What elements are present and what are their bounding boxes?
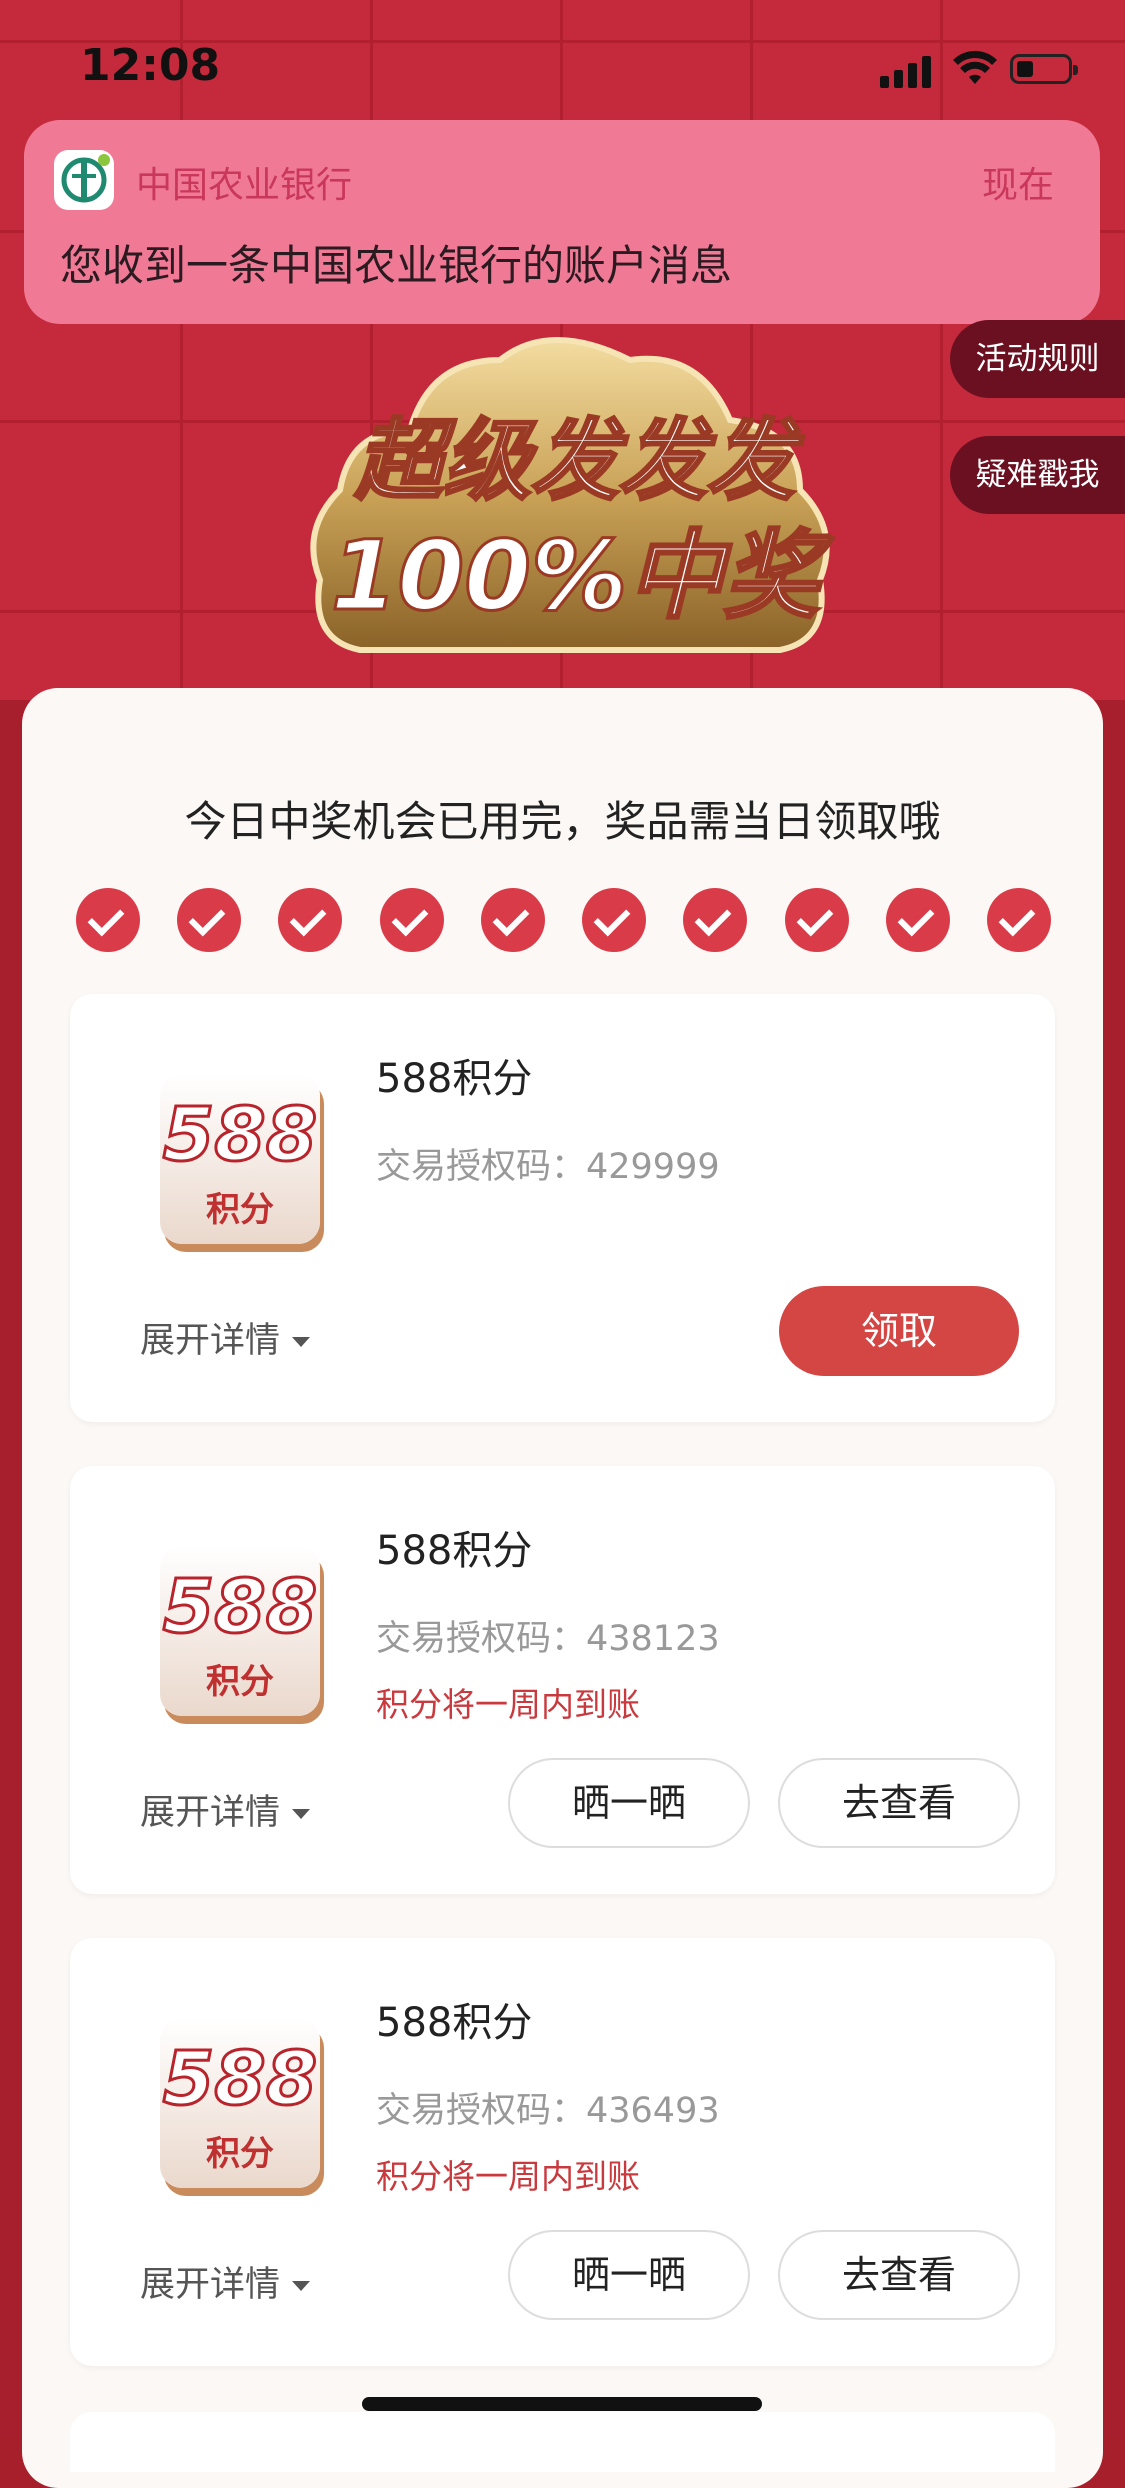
notification-app-name: 中国农业银行	[136, 165, 353, 206]
abc-bank-app-icon	[54, 150, 114, 210]
prize-headline: 今日中奖机会已用完，奖品需当日领取哦	[184, 797, 941, 846]
check-icon	[885, 888, 950, 952]
check-icon	[683, 888, 748, 952]
expand-details-toggle[interactable]: 展开详情	[140, 2256, 311, 2307]
caret-down-icon	[292, 1809, 311, 1819]
hero-line-2: 100%中奖	[329, 519, 821, 634]
next-prize-card-peek	[70, 2412, 1055, 2472]
prize-title: 588积分	[376, 1056, 533, 1102]
share-button[interactable]: 晒一晒	[508, 2230, 750, 2320]
badge-number: 588	[161, 1091, 318, 1180]
arrival-note: 积分将一周内到账	[376, 2157, 640, 2196]
prize-title: 588积分	[376, 2000, 533, 2046]
prize-card: 588 积分 588积分 交易授权码：436493 积分将一周内到账 展开详情 …	[70, 1938, 1055, 2366]
auth-code: 交易授权码：436493	[376, 2091, 720, 2131]
badge-unit: 积分	[206, 2134, 274, 2174]
status-time: 12:08	[80, 40, 221, 91]
wifi-icon	[953, 50, 997, 84]
prize-card: 588 积分 588积分 交易授权码：429999 展开详情 领取	[70, 994, 1055, 1422]
hero-banner: 超级发发发 100%中奖	[300, 320, 840, 690]
share-button[interactable]: 晒一晒	[508, 1758, 750, 1848]
auth-code: 交易授权码：429999	[376, 1147, 720, 1187]
expand-details-label: 展开详情	[140, 1793, 281, 1833]
notification-time: 现在	[981, 165, 1054, 206]
expand-details-toggle[interactable]: 展开详情	[140, 1784, 311, 1835]
badge-number: 588	[161, 2035, 318, 2124]
auth-code: 交易授权码：438123	[376, 1619, 720, 1659]
cellular-signal-icon	[880, 54, 932, 88]
status-bar: 12:08	[0, 0, 1125, 130]
caret-down-icon	[292, 2281, 311, 2291]
check-icon	[582, 888, 647, 952]
notification-message: 您收到一条中国农业银行的账户消息	[60, 241, 733, 290]
badge-unit: 积分	[206, 1190, 274, 1230]
push-notification[interactable]: 中国农业银行 现在 您收到一条中国农业银行的账户消息	[24, 120, 1100, 324]
check-icon	[480, 888, 545, 952]
prize-panel: 今日中奖机会已用完，奖品需当日领取哦 588 积分 588积分 交易授权码：42…	[22, 688, 1103, 2488]
points-badge-icon: 588 积分	[150, 2008, 330, 2198]
check-icon	[784, 888, 849, 952]
prize-title: 588积分	[376, 1528, 533, 1574]
points-badge-icon: 588 积分	[150, 1064, 330, 1254]
chance-indicators	[76, 888, 1051, 954]
prize-card: 588 积分 588积分 交易授权码：438123 积分将一周内到账 展开详情 …	[70, 1466, 1055, 1894]
view-button[interactable]: 去查看	[778, 1758, 1020, 1848]
badge-unit: 积分	[206, 1662, 274, 1702]
expand-details-label: 展开详情	[140, 1321, 281, 1361]
check-icon	[986, 888, 1051, 952]
badge-number: 588	[161, 1563, 318, 1652]
points-badge-icon: 588 积分	[150, 1536, 330, 1726]
battery-icon	[1010, 54, 1078, 84]
arrival-note: 积分将一周内到账	[376, 1685, 640, 1724]
help-button[interactable]: 疑难戳我	[950, 436, 1125, 514]
expand-details-toggle[interactable]: 展开详情	[140, 1312, 311, 1363]
activity-rules-button[interactable]: 活动规则	[950, 320, 1125, 398]
claim-button[interactable]: 领取	[779, 1286, 1019, 1376]
home-indicator[interactable]	[362, 2397, 762, 2411]
view-button[interactable]: 去查看	[778, 2230, 1020, 2320]
check-icon	[278, 888, 343, 952]
check-icon	[379, 888, 444, 952]
check-icon	[177, 888, 242, 952]
expand-details-label: 展开详情	[140, 2265, 281, 2305]
check-icon	[76, 888, 140, 952]
caret-down-icon	[292, 1337, 311, 1347]
